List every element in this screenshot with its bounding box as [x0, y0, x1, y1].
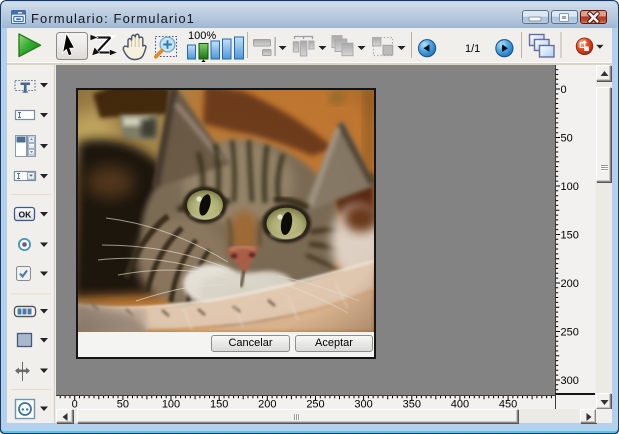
svg-text:50: 50 — [561, 133, 573, 145]
svg-text:250: 250 — [561, 327, 579, 339]
svg-text:450: 450 — [499, 399, 517, 410]
svg-text:0: 0 — [72, 399, 78, 410]
svg-text:200: 200 — [561, 278, 579, 290]
svg-text:50: 50 — [117, 399, 129, 410]
svg-text:250: 250 — [306, 399, 324, 410]
svg-text:300: 300 — [561, 375, 579, 387]
svg-text:100: 100 — [561, 181, 579, 193]
svg-text:300: 300 — [354, 399, 372, 410]
svg-text:OK: OK — [19, 210, 33, 220]
svg-text:200: 200 — [258, 399, 276, 410]
svg-text:0: 0 — [561, 84, 567, 96]
svg-text:400: 400 — [451, 399, 469, 410]
svg-text:350: 350 — [403, 399, 421, 410]
svg-text:100: 100 — [162, 399, 180, 410]
svg-text:150: 150 — [210, 399, 228, 410]
svg-text:150: 150 — [561, 230, 579, 242]
